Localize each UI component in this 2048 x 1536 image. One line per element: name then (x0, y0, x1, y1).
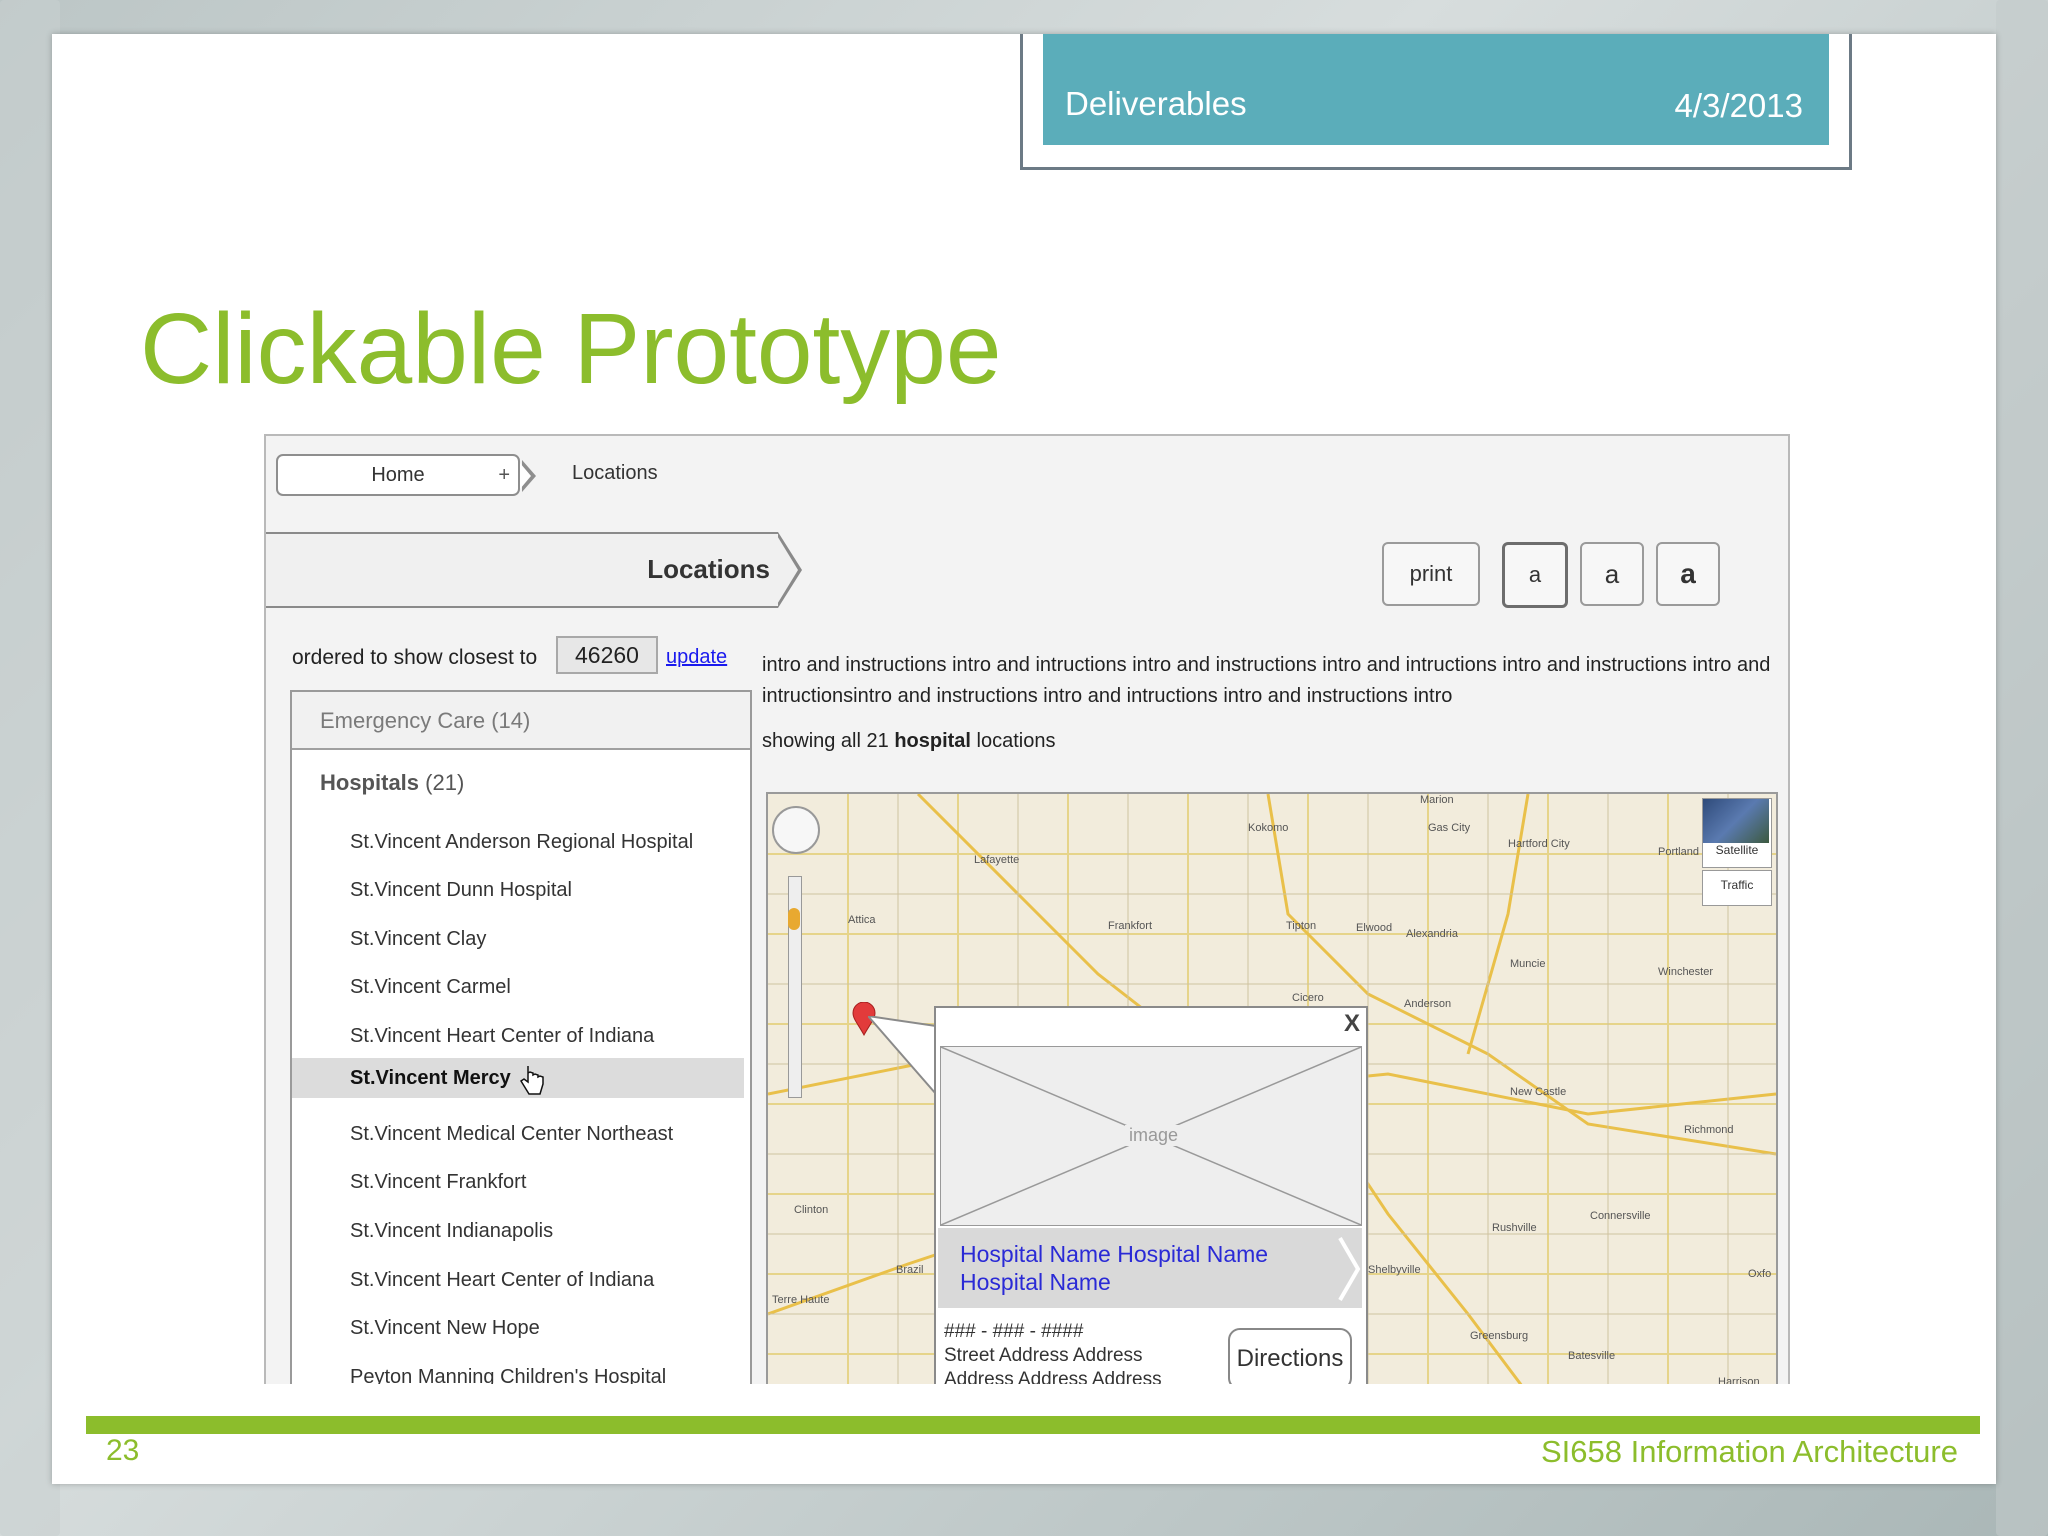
hospital-item[interactable]: St.Vincent Heart Center of Indiana (292, 1260, 744, 1300)
town-label: New Castle (1510, 1086, 1567, 1098)
page-heading: Locations (647, 554, 770, 584)
background-tile (1996, 0, 2048, 1536)
category-emergency[interactable]: Emergency Care (14) (292, 692, 750, 750)
town-label: Greensburg (1470, 1330, 1529, 1342)
close-icon[interactable]: X (1344, 1010, 1360, 1038)
slide-title: Clickable Prototype (140, 293, 1002, 405)
popup-address: ### - ### - #### Street Address Address … (944, 1320, 1162, 1384)
breadcrumb-current: Locations (572, 462, 658, 484)
pegman-icon[interactable] (788, 908, 800, 930)
hospital-item[interactable]: St.Vincent Dunn Hospital (292, 870, 744, 910)
category-emergency-label: Emergency Care (320, 708, 486, 733)
town-label: Muncie (1510, 958, 1546, 970)
hospital-item[interactable]: St.Vincent Frankfort (292, 1162, 744, 1202)
town-label: Marion (1420, 794, 1454, 806)
location-popup: X image Hospital Name Hospital Name Hosp… (934, 1006, 1368, 1384)
intro-text: intro and instructions intro and intruct… (762, 654, 1771, 707)
prototype-screenshot: Home + Locations Locations print a a a o… (264, 434, 1790, 1384)
zip-label: ordered to show closest to (292, 646, 538, 669)
map-pan-control[interactable] (772, 806, 820, 854)
showing-count: showing all 21 hospital locations (762, 730, 1055, 753)
town-label: Oxfo (1748, 1268, 1772, 1280)
plus-icon: + (498, 464, 510, 486)
town-label: Connersville (1590, 1210, 1651, 1222)
slide: Deliverables 4/3/2013 Clickable Prototyp… (52, 34, 1996, 1484)
town-label: Brazil (896, 1264, 924, 1276)
popup-pointer (868, 1016, 937, 1096)
town-label: Kokomo (1248, 822, 1289, 834)
town-label: Elwood (1356, 922, 1393, 934)
town-label: Portland (1658, 846, 1699, 858)
hospital-item[interactable]: St.Vincent Clay (292, 919, 744, 959)
font-size-medium-button[interactable]: a (1580, 542, 1644, 606)
satellite-label: Satellite (1715, 843, 1759, 857)
town-label: Richmond (1684, 1124, 1734, 1136)
map-type-satellite[interactable]: Satellite (1702, 798, 1772, 868)
hospital-item[interactable]: Peyton Manning Children's Hospital (292, 1357, 744, 1384)
category-hospitals[interactable]: Hospitals (21) (320, 770, 464, 796)
font-size-large-button[interactable]: a (1656, 542, 1720, 606)
town-label: Gas City (1428, 822, 1471, 834)
image-placeholder: image (940, 1046, 1362, 1226)
town-label: Cicero (1292, 992, 1324, 1004)
hospital-item[interactable]: St.Vincent New Hope (292, 1308, 744, 1348)
showing-suffix: locations (976, 730, 1056, 752)
town-label: Winchester (1658, 966, 1714, 978)
print-button[interactable]: print (1382, 542, 1480, 606)
address-line-1: Street Address Address (944, 1345, 1143, 1366)
chevron-right-icon (520, 460, 536, 492)
showing-prefix: showing all 21 (762, 730, 889, 752)
chevron-right-icon (1338, 1236, 1361, 1302)
town-label: Hartford City (1508, 838, 1570, 850)
showing-keyword: hospital (894, 730, 971, 752)
zip-input[interactable]: 46260 (556, 636, 658, 674)
zip-update-link[interactable]: update (666, 646, 727, 669)
font-size-small-button[interactable]: a (1502, 542, 1568, 608)
hospital-name-link[interactable]: Hospital Name Hospital Name Hospital Nam… (938, 1228, 1362, 1308)
hospital-item-selected[interactable]: St.Vincent Mercy (292, 1058, 744, 1098)
breadcrumb-home[interactable]: Home + (276, 454, 520, 496)
hospital-item[interactable]: St.Vincent Anderson Regional Hospital (292, 822, 744, 862)
category-hospitals-label: Hospitals (320, 770, 420, 795)
phone-number: ### - ### - #### (944, 1321, 1084, 1342)
town-label: Frankfort (1108, 920, 1153, 932)
town-label: Batesville (1568, 1350, 1616, 1362)
page-heading-banner: Locations (266, 532, 778, 608)
town-label: Rushville (1492, 1222, 1537, 1234)
hospital-item[interactable]: St.Vincent Medical Center Northeast (292, 1114, 744, 1154)
date-label: 4/3/2013 (1674, 87, 1803, 124)
hospital-item[interactable]: St.Vincent Heart Center of Indiana (292, 1016, 744, 1056)
satellite-thumbnail (1703, 799, 1769, 843)
map-traffic-toggle[interactable]: Traffic (1702, 870, 1772, 906)
category-hospitals-count: (21) (425, 770, 465, 795)
header-box: Deliverables 4/3/2013 (1020, 34, 1852, 170)
image-label: image (1125, 1125, 1183, 1146)
address-line-2: Address Address Address (944, 1369, 1162, 1384)
town-label: Anderson (1404, 998, 1452, 1010)
location-sidebar: Emergency Care (14) Hospitals (21) St.Vi… (290, 690, 752, 1384)
location-map[interactable]: Marion Kokomo Gas City Hartford City Por… (766, 792, 1778, 1384)
town-label: Lafayette (974, 854, 1020, 866)
town-label: Shelbyville (1368, 1264, 1421, 1276)
course-title: SI658 Information Architecture (1540, 1434, 1958, 1469)
category-emergency-count: (14) (491, 708, 531, 733)
town-label: Clinton (794, 1204, 829, 1216)
town-label: Attica (848, 914, 876, 926)
town-label: Alexandria (1406, 928, 1458, 940)
page-number: 23 (106, 1434, 140, 1467)
background-tile (0, 0, 60, 1536)
banner-arrow (776, 532, 802, 608)
footer-accent-bar (86, 1416, 1980, 1434)
town-label: Terre Haute (772, 1294, 830, 1306)
town-label: Harrison (1718, 1376, 1760, 1384)
directions-button[interactable]: Directions (1228, 1328, 1352, 1384)
hospital-item[interactable]: St.Vincent Indianapolis (292, 1211, 744, 1251)
traffic-label: Traffic (1720, 878, 1754, 892)
hand-cursor-icon (520, 1066, 544, 1095)
breadcrumb-home-label: Home (371, 464, 425, 486)
town-label: Tipton (1286, 920, 1317, 932)
header-banner: Deliverables 4/3/2013 (1043, 34, 1829, 145)
hospital-item[interactable]: St.Vincent Carmel (292, 967, 744, 1007)
section-label: Deliverables (1065, 85, 1247, 122)
